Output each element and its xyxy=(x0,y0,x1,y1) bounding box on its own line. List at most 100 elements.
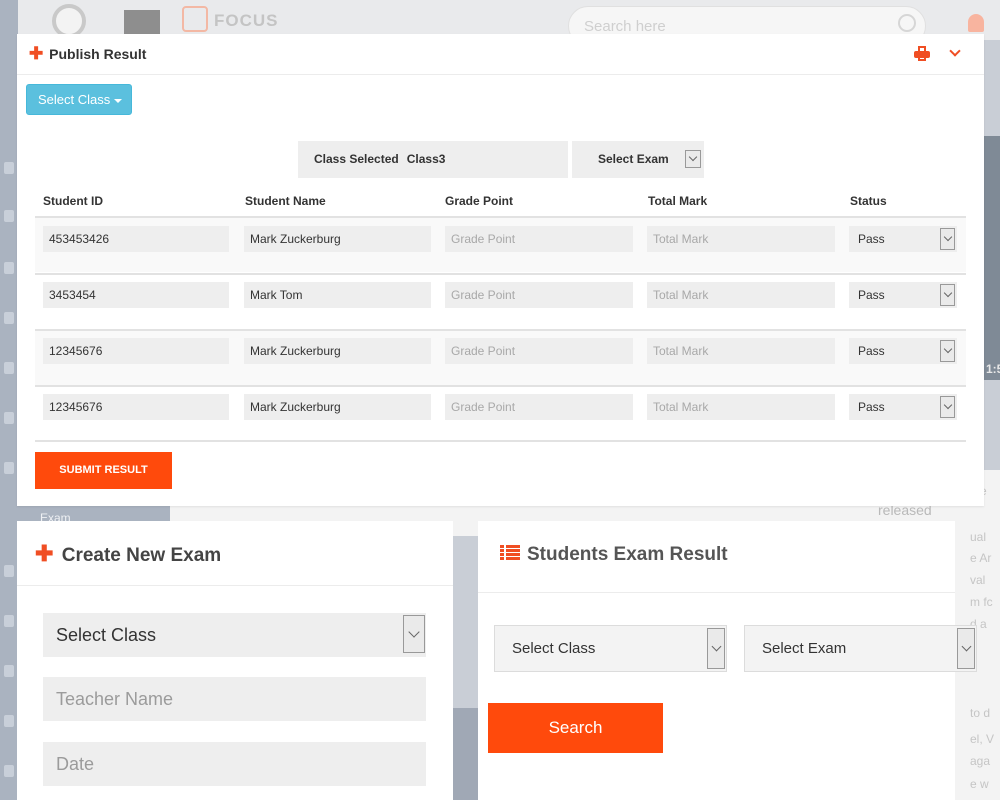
student-name-field[interactable]: Mark Tom xyxy=(244,282,431,308)
background-clock-panel xyxy=(984,136,1000,380)
teacher-name-input[interactable]: Teacher Name xyxy=(43,677,426,721)
sidebar-megaphone-icon xyxy=(4,715,14,727)
class-selected-display: Class Selected Class3 xyxy=(298,141,568,178)
student-id-field[interactable]: 12345676 xyxy=(43,338,229,364)
dropdown-arrow-icon[interactable] xyxy=(707,628,725,669)
select-exam-label: Select Exam xyxy=(598,152,669,166)
class-selected-label: Class Selected xyxy=(314,152,399,166)
plus-icon: ✚ xyxy=(35,541,54,566)
caret-down-icon xyxy=(114,98,123,103)
publish-result-card: ✚ Publish Result Select Class Class Sele… xyxy=(17,34,984,506)
focus-logo-icon xyxy=(182,6,208,32)
student-id-field[interactable]: 12345676 xyxy=(43,394,229,420)
table-divider xyxy=(35,440,966,442)
grade-point-input[interactable]: Grade Point xyxy=(445,394,633,420)
student-id-field[interactable]: 453453426 xyxy=(43,226,229,252)
select-class-button-label: Select Class xyxy=(38,92,111,107)
status-select[interactable]: Pass xyxy=(849,282,957,308)
status-value: Pass xyxy=(858,288,885,302)
column-header-grade-point: Grade Point xyxy=(445,194,514,208)
student-name-field[interactable]: Mark Zuckerburg xyxy=(244,338,431,364)
sidebar-book-icon xyxy=(4,412,14,424)
result-class-select[interactable]: Select Class xyxy=(494,625,727,672)
grade-point-input[interactable]: Grade Point xyxy=(445,226,633,252)
column-header-status: Status xyxy=(850,194,887,208)
status-select[interactable]: Pass xyxy=(849,226,957,252)
sidebar-home-icon xyxy=(4,162,14,174)
background-notice-line: e Ar xyxy=(970,551,992,565)
search-button[interactable]: Search xyxy=(488,703,663,753)
students-exam-result-title-text: Students Exam Result xyxy=(527,544,728,565)
grade-point-input[interactable]: Grade Point xyxy=(445,282,633,308)
sidebar-puzzle-icon xyxy=(4,210,14,222)
sidebar-graduation-icon xyxy=(4,312,14,324)
class-select-value: Select Class xyxy=(56,625,157,645)
app-logo xyxy=(52,4,86,38)
background-sidebar xyxy=(0,0,18,800)
dropdown-arrow-icon[interactable] xyxy=(403,615,425,653)
date-input[interactable]: Date xyxy=(43,742,426,786)
select-class-button[interactable]: Select Class xyxy=(26,84,132,115)
background-divider xyxy=(452,708,478,800)
dropdown-arrow-icon[interactable] xyxy=(685,150,701,168)
chevron-down-icon[interactable] xyxy=(949,45,961,57)
background-notice-line: to d xyxy=(970,706,991,720)
search-icon[interactable] xyxy=(898,14,916,32)
dropdown-arrow-icon[interactable] xyxy=(957,628,975,669)
create-exam-card: ✚ Create New Exam Select Class Teacher N… xyxy=(17,521,453,800)
create-exam-title: ✚ Create New Exam xyxy=(35,541,221,567)
total-mark-input[interactable]: Total Mark xyxy=(647,226,835,252)
background-notice-line: val xyxy=(970,573,986,587)
sidebar-user-icon xyxy=(4,262,14,274)
select-exam-dropdown[interactable]: Select Exam xyxy=(572,141,704,178)
sidebar-settings-icon xyxy=(4,765,14,777)
result-exam-select[interactable]: Select Exam xyxy=(744,625,977,672)
print-icon[interactable] xyxy=(914,46,930,61)
student-name-field[interactable]: Mark Zuckerburg xyxy=(244,394,431,420)
result-exam-select-value: Select Exam xyxy=(762,640,847,657)
sidebar-list-icon xyxy=(4,665,14,677)
status-select[interactable]: Pass xyxy=(849,394,957,420)
column-header-total-mark: Total Mark xyxy=(648,194,708,208)
create-exam-class-select[interactable]: Select Class xyxy=(43,613,426,657)
result-class-select-value: Select Class xyxy=(512,640,596,657)
sidebar-toggle-button[interactable] xyxy=(124,10,160,34)
total-mark-input[interactable]: Total Mark xyxy=(647,282,835,308)
global-search-placeholder: Search here xyxy=(584,18,666,35)
student-name-field[interactable]: Mark Zuckerburg xyxy=(244,226,431,252)
notification-bell-icon[interactable] xyxy=(968,14,984,32)
student-id-field[interactable]: 3453454 xyxy=(43,282,229,308)
background-notice-line: m fc xyxy=(970,595,993,609)
grade-point-input[interactable]: Grade Point xyxy=(445,338,633,364)
background-notice-line: el, V xyxy=(970,732,995,746)
create-exam-divider xyxy=(17,585,453,586)
publish-result-title: ✚ Publish Result xyxy=(29,44,146,64)
students-exam-result-card: Students Exam Result Select Class Select… xyxy=(478,521,977,800)
column-header-student-id: Student ID xyxy=(43,194,103,208)
total-mark-input[interactable]: Total Mark xyxy=(647,394,835,420)
background-notice-line: ual xyxy=(970,530,987,544)
brand-name: FOCUS xyxy=(214,11,279,30)
dropdown-arrow-icon[interactable] xyxy=(940,228,955,250)
publish-result-title-text: Publish Result xyxy=(49,46,147,62)
status-value: Pass xyxy=(858,232,885,246)
total-mark-input[interactable]: Total Mark xyxy=(647,338,835,364)
publish-result-header: ✚ Publish Result xyxy=(17,34,984,75)
table-divider xyxy=(35,273,966,275)
table-divider xyxy=(35,385,966,387)
dropdown-arrow-icon[interactable] xyxy=(940,284,955,306)
column-header-student-name: Student Name xyxy=(245,194,326,208)
plus-icon: ✚ xyxy=(29,44,44,63)
submit-result-button[interactable]: SUBMIT RESULT xyxy=(35,452,172,489)
status-value: Pass xyxy=(858,400,885,414)
sidebar-calendar-icon xyxy=(4,462,14,474)
create-exam-title-text: Create New Exam xyxy=(61,545,222,566)
background-notice-line: e w xyxy=(970,777,989,791)
sidebar-money-icon xyxy=(4,362,14,374)
dropdown-arrow-icon[interactable] xyxy=(940,340,955,362)
background-notice-line: aga xyxy=(970,754,991,768)
dropdown-arrow-icon[interactable] xyxy=(940,396,955,418)
status-select[interactable]: Pass xyxy=(849,338,957,364)
list-icon xyxy=(500,545,520,561)
students-exam-result-title: Students Exam Result xyxy=(500,544,728,566)
